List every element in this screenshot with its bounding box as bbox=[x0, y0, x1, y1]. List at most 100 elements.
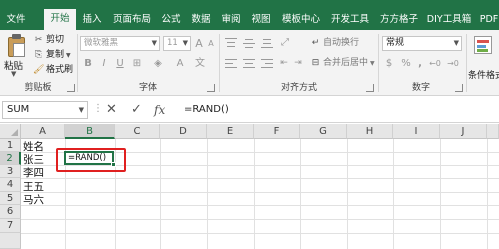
copy-dropdown-icon: ▼ bbox=[66, 52, 71, 59]
align-right-icon[interactable] bbox=[260, 58, 274, 70]
underline-button[interactable]: U bbox=[114, 56, 126, 71]
row-header-6[interactable]: 6 bbox=[0, 205, 21, 219]
increase-indent-icon[interactable]: ⇥ bbox=[292, 56, 304, 71]
number-group-label: 数字 bbox=[411, 83, 430, 93]
column-header-j[interactable]: J bbox=[440, 124, 487, 139]
conditional-format-button[interactable]: 条件格式 bbox=[468, 32, 499, 82]
tab-fangfang-gezi[interactable]: 方方格子 bbox=[376, 10, 422, 30]
grow-font-button[interactable]: A bbox=[194, 36, 204, 51]
align-middle-icon[interactable] bbox=[242, 37, 256, 49]
gridline bbox=[21, 219, 499, 220]
splitter-handle-icon[interactable]: ⋮ bbox=[93, 103, 103, 114]
paste-button[interactable]: 粘贴 ▼ bbox=[0, 30, 34, 80]
bold-button[interactable]: B bbox=[82, 56, 94, 71]
number-format-value: 常规 bbox=[386, 38, 405, 48]
cell-a5[interactable]: 马六 bbox=[23, 192, 44, 207]
row-header-4[interactable]: 4 bbox=[0, 178, 21, 192]
decrease-indent-icon[interactable]: ⇤ bbox=[278, 56, 290, 71]
row-header-8[interactable] bbox=[0, 233, 21, 249]
chevron-down-icon: ▼ bbox=[453, 39, 459, 47]
row-header-7[interactable]: 7 bbox=[0, 219, 21, 233]
tab-pdf[interactable]: PDF bbox=[476, 10, 499, 30]
tab-review[interactable]: 审阅 bbox=[218, 10, 244, 30]
merge-center-button[interactable]: ⊟ 合并后居中 ▼ bbox=[310, 57, 375, 70]
font-color-icon[interactable]: A bbox=[172, 56, 188, 71]
column-header-h[interactable]: H bbox=[347, 124, 393, 139]
font-name-select[interactable]: 微软雅黑 ▼ bbox=[80, 36, 160, 51]
font-group-label: 字体 bbox=[138, 83, 157, 93]
number-launcher-icon[interactable] bbox=[455, 84, 463, 92]
tab-file[interactable]: 文件 bbox=[2, 10, 30, 30]
align-center-icon[interactable] bbox=[242, 58, 256, 70]
merge-center-label: 合并后居中 bbox=[323, 58, 369, 68]
column-header-g[interactable]: G bbox=[300, 124, 347, 139]
column-header-i[interactable]: I bbox=[393, 124, 440, 139]
select-all-button[interactable] bbox=[0, 124, 21, 139]
alignment-group-label: 对齐方式 bbox=[280, 83, 317, 93]
font-size-select[interactable]: 11 ▼ bbox=[163, 36, 191, 51]
percent-button[interactable]: % bbox=[399, 56, 413, 71]
alignment-launcher-icon[interactable] bbox=[366, 84, 374, 92]
row-header-1[interactable]: 1 bbox=[0, 139, 21, 152]
paste-dropdown-icon: ▼ bbox=[11, 70, 17, 78]
tab-page-layout[interactable]: 页面布局 bbox=[108, 10, 156, 30]
currency-button[interactable]: $ bbox=[382, 56, 396, 71]
gridline bbox=[21, 192, 499, 193]
shrink-font-button[interactable]: A bbox=[206, 36, 216, 51]
phonetic-icon[interactable]: 文 bbox=[192, 56, 208, 71]
number-format-select[interactable]: 常规 ▼ bbox=[382, 36, 462, 51]
cut-button[interactable]: ✂ 剪切 bbox=[33, 34, 64, 47]
gridline bbox=[21, 205, 499, 206]
formula-input[interactable]: =RAND() bbox=[180, 101, 497, 119]
copy-button[interactable]: ⎘ 复制 ▼ bbox=[33, 49, 71, 62]
align-top-icon[interactable] bbox=[224, 37, 238, 49]
wrap-text-icon: ↵ bbox=[311, 38, 320, 48]
align-left-icon[interactable] bbox=[224, 58, 238, 70]
font-size-value: 11 bbox=[167, 38, 178, 48]
chevron-down-icon: ▼ bbox=[182, 39, 188, 47]
tab-template-center[interactable]: 模板中心 bbox=[278, 10, 324, 30]
fill-color-icon[interactable]: ◈ bbox=[150, 56, 166, 71]
tab-developer[interactable]: 开发工具 bbox=[327, 10, 373, 30]
row-header-5[interactable]: 5 bbox=[0, 192, 21, 205]
tab-home[interactable]: 开始 bbox=[44, 9, 76, 30]
group-separator bbox=[466, 34, 467, 92]
column-header-b[interactable]: B bbox=[65, 124, 115, 139]
cut-label: 剪切 bbox=[46, 35, 65, 45]
paste-icon bbox=[7, 34, 27, 58]
font-launcher-icon[interactable] bbox=[207, 84, 215, 92]
column-header-d[interactable]: D bbox=[160, 124, 207, 139]
brush-icon: 🖌 bbox=[33, 65, 45, 75]
italic-button[interactable]: I bbox=[98, 56, 110, 71]
decrease-decimal-icon[interactable]: →0 bbox=[445, 56, 461, 71]
tab-formulas[interactable]: 公式 bbox=[158, 10, 184, 30]
border-icon[interactable]: ⊞ bbox=[130, 56, 144, 71]
cell-a3[interactable]: 李四 bbox=[23, 165, 44, 180]
copy-icon: ⎘ bbox=[34, 50, 43, 60]
row-header-2[interactable]: 2 bbox=[0, 152, 21, 165]
insert-function-icon[interactable]: fx bbox=[154, 102, 165, 118]
wrap-text-button[interactable]: ↵ 自动换行 bbox=[310, 37, 359, 50]
column-header-f[interactable]: F bbox=[254, 124, 300, 139]
tab-data[interactable]: 数据 bbox=[188, 10, 214, 30]
increase-decimal-icon[interactable]: ←0 bbox=[427, 56, 443, 71]
column-header-k[interactable] bbox=[487, 124, 499, 139]
column-header-c[interactable]: C bbox=[115, 124, 160, 139]
column-header-a[interactable]: A bbox=[21, 124, 65, 139]
highlight-annotation bbox=[56, 148, 126, 172]
format-painter-button[interactable]: 🖌 格式刷 bbox=[33, 64, 73, 77]
enter-formula-icon[interactable]: ✓ bbox=[131, 102, 142, 118]
tab-insert[interactable]: 插入 bbox=[78, 10, 106, 30]
clipboard-launcher-icon[interactable] bbox=[67, 84, 75, 92]
name-box[interactable]: SUM ▼ bbox=[2, 101, 88, 119]
orientation-icon[interactable]: ⤢ bbox=[278, 35, 292, 50]
tab-diy-toolbox[interactable]: DIY工具箱 bbox=[425, 10, 473, 30]
font-name-value: 微软雅黑 bbox=[84, 38, 119, 48]
cancel-formula-icon[interactable]: ✕ bbox=[106, 102, 117, 118]
row-header-3[interactable]: 3 bbox=[0, 165, 21, 178]
conditional-format-label: 条件格式 bbox=[468, 71, 499, 81]
tab-view[interactable]: 视图 bbox=[248, 10, 274, 30]
align-bottom-icon[interactable] bbox=[260, 37, 274, 49]
column-header-e[interactable]: E bbox=[207, 124, 254, 139]
comma-button[interactable]: , bbox=[415, 56, 425, 71]
